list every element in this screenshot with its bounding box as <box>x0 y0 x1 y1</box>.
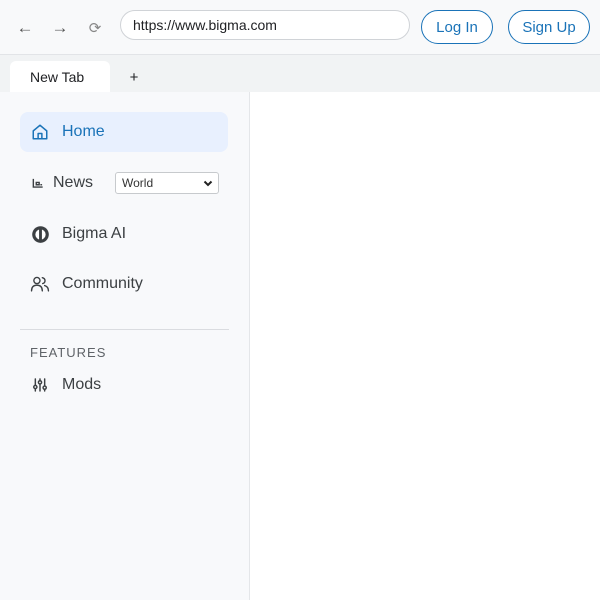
tab-new-tab[interactable]: New Tab <box>10 61 110 93</box>
back-button[interactable]: ← <box>13 16 37 40</box>
news-region-select[interactable]: World <box>115 172 219 194</box>
back-arrow-icon: ← <box>16 18 34 37</box>
reload-icon: ⟳ <box>88 20 102 37</box>
news-region-value: World <box>122 176 154 190</box>
sidebar-item-label: Home <box>62 123 105 140</box>
sliders-icon <box>30 375 50 395</box>
sidebar-item-mods[interactable]: Mods <box>20 365 228 405</box>
new-tab-button[interactable]: + <box>124 65 144 89</box>
sidebar-divider <box>20 329 229 330</box>
main-content <box>250 92 600 600</box>
bigma-ai-icon <box>30 224 50 244</box>
login-button[interactable]: Log In <box>421 10 493 44</box>
home-icon <box>30 122 50 142</box>
sidebar-item-label: Mods <box>62 376 102 393</box>
news-icon <box>28 173 48 193</box>
forward-button[interactable]: → <box>48 16 72 40</box>
chevron-down-icon <box>202 177 214 189</box>
tab-label: New Tab <box>30 69 85 85</box>
signup-button[interactable]: Sign Up <box>508 10 590 44</box>
reload-button[interactable]: ⟳ <box>83 16 107 40</box>
sidebar-item-home[interactable]: Home <box>20 112 228 152</box>
section-heading-features: FEATURES <box>30 345 107 360</box>
sidebar-item-label: News <box>53 174 94 191</box>
tab-strip: New Tab + <box>0 54 600 93</box>
sidebar-item-news[interactable]: News <box>20 163 108 203</box>
plus-icon: + <box>129 68 139 86</box>
signup-label: Sign Up <box>522 18 576 36</box>
url-input[interactable] <box>120 10 410 40</box>
sidebar-item-bigma-ai[interactable]: Bigma AI <box>20 214 228 254</box>
login-label: Log In <box>436 18 478 36</box>
sidebar-item-community[interactable]: Community <box>20 264 228 304</box>
people-icon <box>30 274 50 294</box>
sidebar-item-label: Bigma AI <box>62 225 127 242</box>
forward-arrow-icon: → <box>51 18 69 37</box>
sidebar-item-label: Community <box>62 275 143 292</box>
browser-toolbar: ← → ⟳ Log In Sign Up <box>0 0 600 54</box>
